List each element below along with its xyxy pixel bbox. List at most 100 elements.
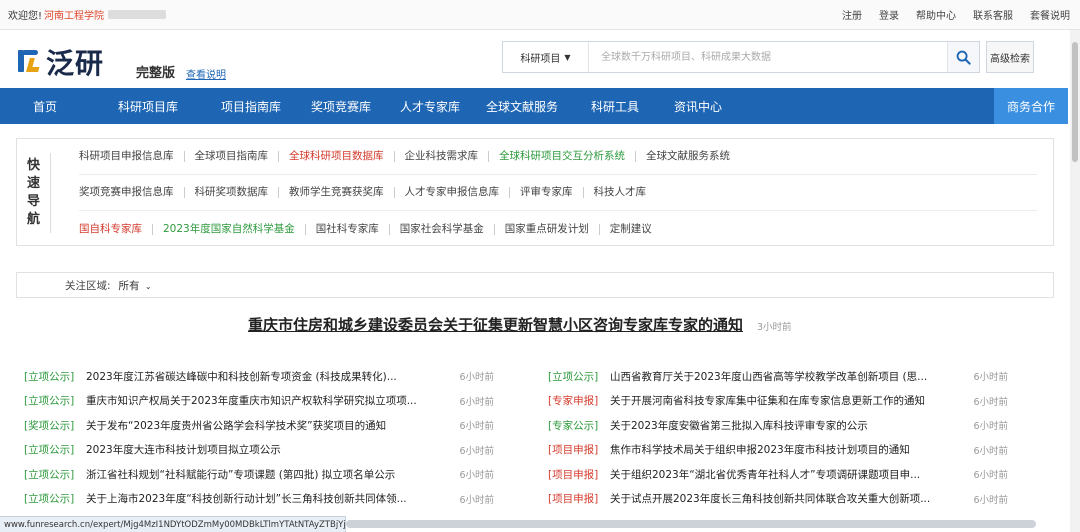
nav-home[interactable]: 首页 <box>0 88 90 124</box>
business-cooperation-button[interactable]: 商务合作 <box>994 88 1068 124</box>
logo[interactable]: 泛研 <box>16 42 104 82</box>
search-icon <box>956 50 971 65</box>
news-item[interactable]: [立项公示] 浙江省社科规划“社科赋能行动”专项课题 (第四批) 拟立项名单公示 6… <box>24 462 494 487</box>
search-bar: 科研项目 ▼ <box>502 41 980 73</box>
logo-text: 泛研 <box>46 47 105 80</box>
news-time: 6小时前 <box>459 396 494 408</box>
news-title-link[interactable]: 山西省教育厅关于2023年度山西省高等学校教学改革创新项目 (思... <box>610 369 968 384</box>
news-tag: [立项公示] <box>24 444 75 457</box>
news-item[interactable]: [奖项公示] 关于发布“2023年度贵州省公路学会科学技术奖”获奖项目的通知 6小时… <box>24 413 494 438</box>
quick-nav-link[interactable]: 2023年度国家自然科学基金 <box>152 223 305 235</box>
news-item[interactable]: [项目申报] 焦作市科学技术局关于组织申报2023年度市科技计划项目的通知 6小时前 <box>548 438 1008 463</box>
nav-news-center[interactable]: 资讯中心 <box>660 88 736 124</box>
news-title-link[interactable]: 关于发布“2023年度贵州省公路学会科学技术奖”获奖项目的通知 <box>86 418 454 433</box>
news-time: 6小时前 <box>973 470 1008 482</box>
news-title-link[interactable]: 焦作市科学技术局关于组织申报2023年度市科技计划项目的通知 <box>610 442 968 457</box>
quick-nav-link[interactable]: 奖项竞赛申报信息库 <box>79 187 184 198</box>
news-tag: [专家公示] <box>548 419 599 432</box>
news-title-link[interactable]: 2023年度大连市科技计划项目拟立项公示 <box>86 442 454 457</box>
blurred-username <box>108 10 167 19</box>
news-item[interactable]: [项目申报] 关于组织2023年“湖北省优秀青年社科人才”专项调研课题项目申...… <box>548 462 1008 487</box>
quick-nav-link[interactable]: 企业科技需求库 <box>393 151 489 162</box>
news-tag: [立项公示] <box>24 395 75 408</box>
news-time: 6小时前 <box>459 421 494 433</box>
school-name[interactable]: 河南工程学院 <box>44 7 104 22</box>
quick-nav-link[interactable]: 科研奖项数据库 <box>183 187 279 198</box>
quick-nav-row: 国自科专家库 2023年度国家自然科学基金 国社科专家库 国家社会科学基金 国家重点研发… <box>79 211 1037 247</box>
login-link[interactable]: 登录 <box>879 7 899 22</box>
news-title-link[interactable]: 关于开展河南省科技专家库集中征集和在库专家信息更新工作的通知 <box>610 393 968 408</box>
quick-nav-link[interactable]: 全球文献服务系统 <box>635 151 740 162</box>
welcome-area: 欢迎您! 河南工程学院 <box>8 7 167 22</box>
news-item[interactable]: [专家公示] 关于2023年度安徽省第三批拟入库科技评审专家的公示 6小时前 <box>548 413 1008 438</box>
quick-nav-link[interactable]: 国家重点研发计划 <box>493 223 599 235</box>
plan-info-link[interactable]: 套餐说明 <box>1030 7 1070 22</box>
nav-awards-competitions[interactable]: 奖项竞赛库 <box>296 88 386 124</box>
quick-nav-panel: 快 速 导 航 科研项目申报信息库 全球项目指南库 全球科研项目数据库 企业科技需求库… <box>16 138 1054 246</box>
quick-nav-link[interactable]: 国家社会科学基金 <box>388 223 494 235</box>
region-filter-select[interactable]: 所有 ⌄ <box>119 278 152 293</box>
news-tag: [立项公示] <box>24 468 75 481</box>
quick-nav-link[interactable]: 国社科专家库 <box>304 223 389 235</box>
news-title-link[interactable]: 关于上海市2023年度“科技创新行动计划”长三角科技创新共同体领... <box>86 491 454 506</box>
quick-nav-link[interactable]: 教师学生竞赛获奖库 <box>278 187 394 198</box>
news-title-link[interactable]: 关于组织2023年“湖北省优秀青年社科人才”专项调研课题项目申... <box>610 467 968 482</box>
news-title-link[interactable]: 浙江省社科规划“社科赋能行动”专项课题 (第四批) 拟立项名单公示 <box>86 467 454 482</box>
news-item[interactable]: [立项公示] 2023年度江苏省碳达峰碳中和科技创新专项资金 (科技成果转化)..… <box>24 364 494 389</box>
search-category-select[interactable]: 科研项目 ▼ <box>503 42 589 72</box>
news-item[interactable]: [立项公示] 关于上海市2023年度“科技创新行动计划”长三角科技创新共同体领..… <box>24 487 494 512</box>
news-tag: [立项公示] <box>24 370 75 383</box>
quick-nav-label: 快 速 导 航 <box>17 153 51 233</box>
headline-time: 3小时前 <box>757 322 792 333</box>
chevron-down-icon: ▼ <box>564 52 571 62</box>
news-time: 6小时前 <box>973 396 1008 408</box>
news-time: 6小时前 <box>459 372 494 384</box>
news-time: 6小时前 <box>459 470 494 482</box>
welcome-text: 欢迎您! <box>8 11 43 22</box>
logo-mark-icon <box>16 46 42 78</box>
quick-nav-link[interactable]: 全球科研项目数据库 <box>278 151 394 162</box>
quick-nav-link[interactable]: 科技人才库 <box>582 187 657 198</box>
news-item[interactable]: [立项公示] 山西省教育厅关于2023年度山西省高等学校教学改革创新项目 (思..… <box>548 364 1008 389</box>
search-button[interactable] <box>947 42 979 72</box>
news-item[interactable]: [项目申报] 关于试点开展2023年度长三角科技创新共同体联合攻关重大创新项...… <box>548 487 1008 512</box>
news-title-link[interactable]: 关于试点开展2023年度长三角科技创新共同体联合攻关重大创新项... <box>610 491 968 506</box>
search-category-label: 科研项目 <box>520 53 561 65</box>
quick-nav-link[interactable]: 定制建议 <box>598 223 662 235</box>
news-time: 6小时前 <box>459 494 494 506</box>
headline-title-link[interactable]: 重庆市住房和城乡建设委员会关于征集更新智慧小区咨询专家库专家的通知 <box>248 314 743 335</box>
vertical-scrollbar[interactable] <box>1070 30 1080 532</box>
news-time: 6小时前 <box>973 421 1008 433</box>
news-title-link[interactable]: 重庆市知识产权局关于2023年度重庆市知识产权软科学研究拟立项项... <box>86 393 454 408</box>
news-time: 6小时前 <box>973 494 1008 506</box>
contact-support-link[interactable]: 联系客服 <box>973 7 1013 22</box>
news-item[interactable]: [立项公示] 2023年度大连市科技计划项目拟立项公示 6小时前 <box>24 438 494 463</box>
scrollbar-thumb[interactable] <box>1072 42 1078 162</box>
quick-nav-link[interactable]: 全球项目指南库 <box>183 151 279 162</box>
quick-nav-link[interactable]: 全球科研项目交互分析系统 <box>488 151 635 162</box>
quick-nav-link[interactable]: 评审专家库 <box>509 187 583 198</box>
browser-status-url: www.funresearch.cn/expert/Mjg4MzI1NDYtOD… <box>0 516 346 532</box>
news-title-link[interactable]: 2023年度江苏省碳达峰碳中和科技创新专项资金 (科技成果转化)... <box>86 369 454 384</box>
nav-research-tools[interactable]: 科研工具 <box>570 88 660 124</box>
horizontal-scrollbar[interactable] <box>346 520 1036 528</box>
edition-info-link[interactable]: 查看说明 <box>186 66 226 81</box>
advanced-search-button[interactable]: 高级检索 <box>986 41 1034 73</box>
news-list-right: [立项公示] 山西省教育厅关于2023年度山西省高等学校教学改革创新项目 (思..… <box>548 364 1008 511</box>
news-item[interactable]: [立项公示] 重庆市知识产权局关于2023年度重庆市知识产权软科学研究拟立项项..… <box>24 389 494 414</box>
news-time: 6小时前 <box>973 372 1008 384</box>
news-item[interactable]: [专家申报] 关于开展河南省科技专家库集中征集和在库专家信息更新工作的通知 6小时前 <box>548 389 1008 414</box>
quick-nav-link[interactable]: 国自科专家库 <box>79 223 152 235</box>
help-center-link[interactable]: 帮助中心 <box>916 7 956 22</box>
top-bar: 欢迎您! 河南工程学院 注册 登录 帮助中心 联系客服 套餐说明 <box>0 0 1080 30</box>
quick-nav-link[interactable]: 人才专家申报信息库 <box>393 187 510 198</box>
search-input[interactable] <box>589 42 947 72</box>
quick-nav-link[interactable]: 科研项目申报信息库 <box>79 151 184 162</box>
nav-research-projects[interactable]: 科研项目库 <box>90 88 206 124</box>
news-tag: [专家申报] <box>548 395 599 408</box>
news-title-link[interactable]: 关于2023年度安徽省第三批拟入库科技评审专家的公示 <box>610 418 968 433</box>
nav-project-guides[interactable]: 项目指南库 <box>206 88 296 124</box>
nav-talent-experts[interactable]: 人才专家库 <box>386 88 474 124</box>
register-link[interactable]: 注册 <box>842 7 862 22</box>
nav-literature-services[interactable]: 全球文献服务 <box>474 88 570 124</box>
